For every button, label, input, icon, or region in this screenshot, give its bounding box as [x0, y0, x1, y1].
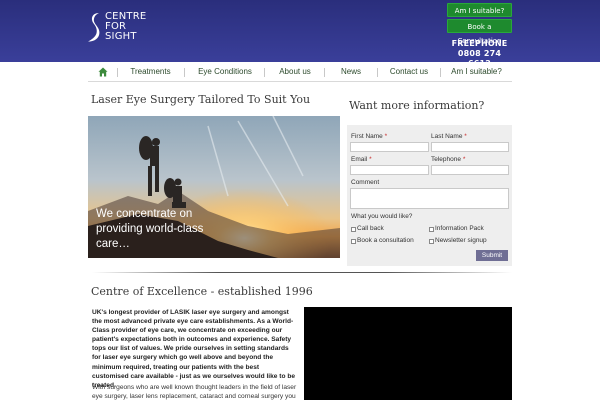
video-player[interactable] — [304, 307, 512, 400]
nav-item-am-i-suitable[interactable]: Am I suitable? — [441, 62, 512, 82]
section-divider — [92, 272, 512, 273]
information-pack-checkbox[interactable] — [429, 227, 434, 232]
call-back-label: Call back — [357, 225, 384, 232]
hero-title: Laser Eye Surgery Tailored To Suit You — [91, 93, 311, 106]
section-title: Centre of Excellence - established 1996 — [91, 285, 313, 298]
call-back-checkbox[interactable] — [351, 227, 356, 232]
book-consultation-checkbox[interactable] — [351, 239, 356, 244]
last-name-label: Last Name * — [431, 133, 467, 140]
telephone-input[interactable] — [431, 165, 509, 175]
first-name-label-text: First Name — [351, 133, 383, 140]
home-icon[interactable] — [98, 67, 108, 77]
surgeons-paragraph: With surgeons who are well known thought… — [92, 384, 297, 401]
logo[interactable]: CENTRE FOR SIGHT — [88, 11, 158, 43]
nav-item-treatments[interactable]: Treatments — [118, 62, 183, 82]
submit-button[interactable]: Submit — [476, 250, 508, 261]
interest-label: What you would like? — [351, 213, 413, 220]
telephone-label-text: Telephone — [431, 156, 461, 163]
book-consultation-label: Book a consultation — [357, 237, 414, 244]
last-name-input[interactable] — [431, 142, 509, 152]
main-nav: Treatments Eye Conditions About us News … — [88, 62, 512, 82]
nav-item-news[interactable]: News — [325, 62, 377, 82]
nav-item-about-us[interactable]: About us — [265, 62, 325, 82]
nav-item-contact-us[interactable]: Contact us — [378, 62, 440, 82]
email-label-text: Email — [351, 156, 368, 163]
first-name-input[interactable] — [350, 142, 429, 152]
email-label: Email * — [351, 156, 372, 163]
book-consultation-button[interactable]: Book a Consultation — [447, 19, 512, 45]
freephone-label: FREEPHONE — [451, 39, 508, 48]
am-i-suitable-button[interactable]: Am I suitable? — [447, 3, 512, 17]
required-mark: * — [462, 156, 466, 163]
form-title: Want more information? — [349, 99, 485, 112]
comment-textarea[interactable] — [350, 188, 509, 209]
newsletter-checkbox[interactable] — [429, 239, 434, 244]
comment-label: Comment — [351, 179, 380, 186]
intro-paragraph: UK's longest provider of LASIK laser eye… — [92, 309, 296, 389]
first-name-label: First Name * — [351, 133, 387, 140]
nav-item-eye-conditions[interactable]: Eye Conditions — [185, 62, 265, 82]
information-pack-label: Information Pack — [435, 225, 484, 232]
logo-line-3: SIGHT — [105, 31, 137, 42]
required-mark: * — [464, 133, 467, 140]
required-mark: * — [369, 156, 372, 163]
email-input[interactable] — [350, 165, 429, 175]
hero-image: We concentrate on providing world-class … — [88, 116, 340, 258]
last-name-label-text: Last Name — [431, 133, 463, 140]
newsletter-label: Newsletter signup — [435, 237, 487, 244]
site-header: CENTRE FOR SIGHT Am I suitable? Book a C… — [0, 0, 600, 68]
required-mark: * — [384, 133, 388, 140]
telephone-label: Telephone * — [431, 156, 465, 163]
logo-s-icon — [88, 13, 100, 42]
logo-text: CENTRE FOR SIGHT — [105, 12, 146, 42]
hero-caption: We concentrate on providing world-class … — [96, 208, 204, 250]
